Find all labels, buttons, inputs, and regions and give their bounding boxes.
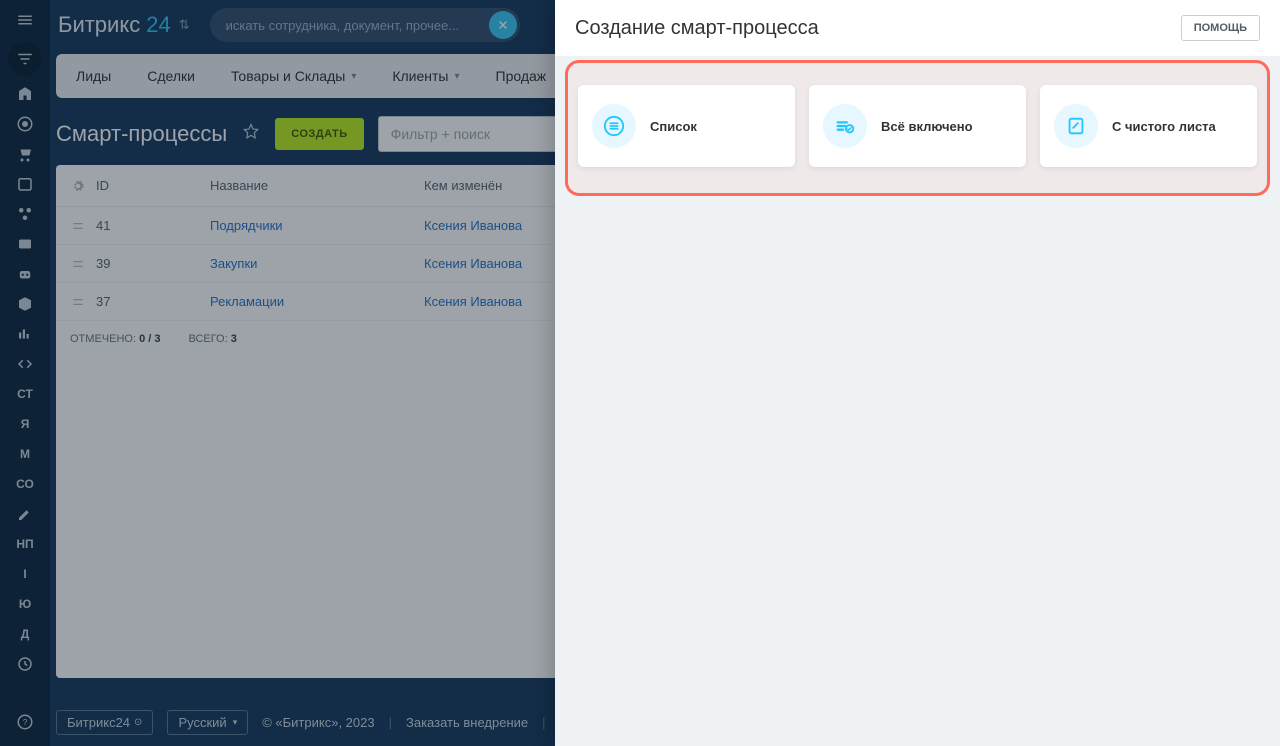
blank-sheet-icon	[1054, 104, 1098, 148]
all-inclusive-icon	[823, 104, 867, 148]
help-button[interactable]: ПОМОЩЬ	[1181, 15, 1260, 41]
option-all-inclusive[interactable]: Всё включено	[809, 85, 1026, 167]
option-list[interactable]: Список	[578, 85, 795, 167]
option-label: Всё включено	[881, 119, 973, 134]
options-highlight-box: Список Всё включено С чистого листа	[565, 60, 1270, 196]
panel-header: Создание смарт-процесса ПОМОЩЬ	[555, 0, 1280, 56]
option-label: С чистого листа	[1112, 119, 1216, 134]
option-label: Список	[650, 119, 697, 134]
panel-title: Создание смарт-процесса	[575, 17, 819, 40]
create-smart-process-panel: Создание смарт-процесса ПОМОЩЬ Список Вс…	[555, 0, 1280, 746]
list-icon	[592, 104, 636, 148]
option-blank[interactable]: С чистого листа	[1040, 85, 1257, 167]
